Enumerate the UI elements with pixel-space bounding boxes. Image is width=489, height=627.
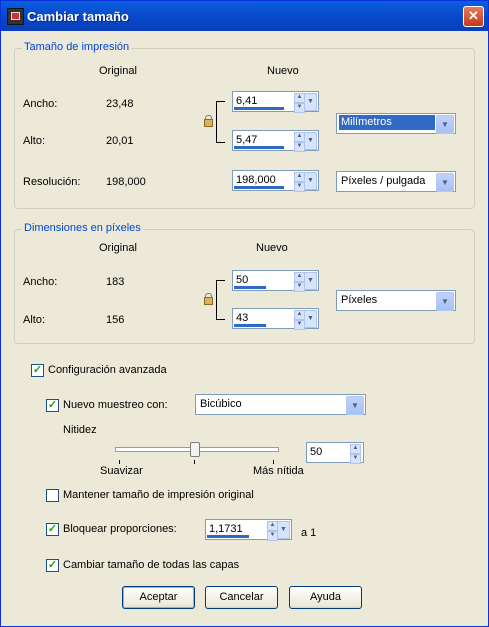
ratio-suffix: a 1 <box>301 527 317 539</box>
ok-button[interactable]: Aceptar <box>122 586 195 609</box>
print-height-original: 20,01 <box>106 135 134 147</box>
ratio-bar <box>207 535 249 538</box>
resolution-unit-select[interactable]: Píxeles / pulgada ▼ <box>336 171 456 192</box>
print-height-value: 5,47 <box>236 134 258 146</box>
print-width-bar <box>234 107 284 110</box>
print-height-spinner[interactable]: 5,47 ▲ ▼ ▼ <box>232 130 319 152</box>
pixel-width-dropdown[interactable]: ▼ <box>304 272 317 290</box>
all-layers-label[interactable]: Cambiar tamaño de todas las capas <box>63 559 239 571</box>
close-button[interactable]: ✕ <box>463 6 484 27</box>
print-size-legend: Tamaño de impresión <box>22 41 132 53</box>
soften-label: Suavizar <box>100 465 143 477</box>
print-width-original: 23,48 <box>106 98 134 110</box>
print-link-bracket <box>216 101 225 143</box>
app-icon <box>7 8 24 25</box>
slider-tick <box>119 460 120 464</box>
sharpness-label: Nitidez <box>63 424 97 436</box>
print-height-bar <box>234 146 284 149</box>
resize-dialog: Cambiar tamaño ✕ Tamaño de impresión Ori… <box>0 0 489 627</box>
print-width-label: Ancho: <box>23 98 58 110</box>
resample-method-value: Bicúbico <box>200 398 242 410</box>
lock-ratio-checkbox[interactable]: ✓ <box>46 523 59 536</box>
ratio-dropdown[interactable]: ▼ <box>277 521 290 539</box>
resolution-spinner[interactable]: 198,000 ▲ ▼ ▼ <box>232 170 319 192</box>
print-original-header: Original <box>99 65 137 77</box>
resolution-original: 198,000 <box>106 176 146 188</box>
print-width-dropdown[interactable]: ▼ <box>304 93 317 111</box>
pixel-unit-select[interactable]: Píxeles ▼ <box>336 290 456 311</box>
pixel-new-header: Nuevo <box>256 242 288 254</box>
print-width-spinner[interactable]: 6,41 ▲ ▼ ▼ <box>232 91 319 113</box>
print-width-value: 6,41 <box>236 95 258 107</box>
pixel-unit-value: Píxeles <box>341 294 378 306</box>
resolution-dropdown[interactable]: ▼ <box>304 172 317 190</box>
print-unit-value: Milímetros <box>339 115 435 130</box>
lock-ratio-label[interactable]: Bloquear proporciones: <box>63 523 177 535</box>
sharpness-spinner[interactable]: 50 ▲ ▼ <box>306 442 364 464</box>
pixel-link-bracket <box>216 280 225 320</box>
lock-icon[interactable] <box>204 293 213 305</box>
cancel-button[interactable]: Cancelar <box>205 586 278 609</box>
chevron-down-icon[interactable]: ▼ <box>346 396 364 415</box>
pixel-width-original: 183 <box>106 276 125 288</box>
resolution-label: Resolución: <box>23 176 81 188</box>
pixel-width-value: 50 <box>236 274 249 286</box>
resolution-bar <box>234 186 284 189</box>
window-title: Cambiar tamaño <box>27 9 129 24</box>
slider-tick <box>194 460 195 464</box>
chevron-down-icon[interactable]: ▼ <box>436 115 454 134</box>
print-unit-select[interactable]: Milímetros ▼ <box>336 113 456 134</box>
pixel-height-label: Alto: <box>23 314 46 326</box>
pixel-height-bar <box>234 324 266 327</box>
pixel-original-header: Original <box>99 242 137 254</box>
resample-method-select[interactable]: Bicúbico ▼ <box>195 394 366 415</box>
pixel-width-label: Ancho: <box>23 276 58 288</box>
chevron-down-icon[interactable]: ▼ <box>436 173 454 192</box>
pixel-dims-legend: Dimensiones en píxeles <box>22 222 143 234</box>
print-height-dropdown[interactable]: ▼ <box>304 132 317 150</box>
slider-tick <box>273 460 274 464</box>
print-new-header: Nuevo <box>267 65 299 77</box>
sharpness-arrows[interactable]: ▲ ▼ <box>350 444 361 464</box>
keep-print-size-label[interactable]: Mantener tamaño de impresión original <box>63 489 254 501</box>
pixel-height-value: 43 <box>236 312 249 324</box>
pixel-width-spinner[interactable]: 50 ▲ ▼ ▼ <box>232 270 319 292</box>
pixel-width-bar <box>234 286 266 289</box>
sharpness-value: 50 <box>310 446 323 458</box>
sharper-label: Más nítida <box>253 465 304 477</box>
title-bar[interactable]: Cambiar tamaño ✕ <box>1 1 488 31</box>
all-layers-checkbox[interactable]: ✓ <box>46 559 59 572</box>
resample-label[interactable]: Nuevo muestreo con: <box>63 399 168 411</box>
ratio-value: 1,1731 <box>209 523 243 535</box>
chevron-down-icon[interactable]: ▼ <box>436 292 454 311</box>
pixel-height-original: 156 <box>106 314 125 326</box>
pixel-height-dropdown[interactable]: ▼ <box>304 310 317 328</box>
lock-icon[interactable] <box>204 115 213 127</box>
print-height-label: Alto: <box>23 135 46 147</box>
resolution-unit-value: Píxeles / pulgada <box>341 175 426 187</box>
advanced-checkbox[interactable]: ✓ <box>31 364 44 377</box>
pixel-height-spinner[interactable]: 43 ▲ ▼ ▼ <box>232 308 319 330</box>
ratio-spinner[interactable]: 1,1731 ▲ ▼ ▼ <box>205 519 292 541</box>
resample-checkbox[interactable]: ✓ <box>46 399 59 412</box>
keep-print-size-checkbox[interactable] <box>46 489 59 502</box>
sharpness-slider-thumb[interactable] <box>190 442 200 457</box>
help-button[interactable]: Ayuda <box>289 586 362 609</box>
advanced-label[interactable]: Configuración avanzada <box>48 364 167 376</box>
resolution-value: 198,000 <box>236 174 276 186</box>
